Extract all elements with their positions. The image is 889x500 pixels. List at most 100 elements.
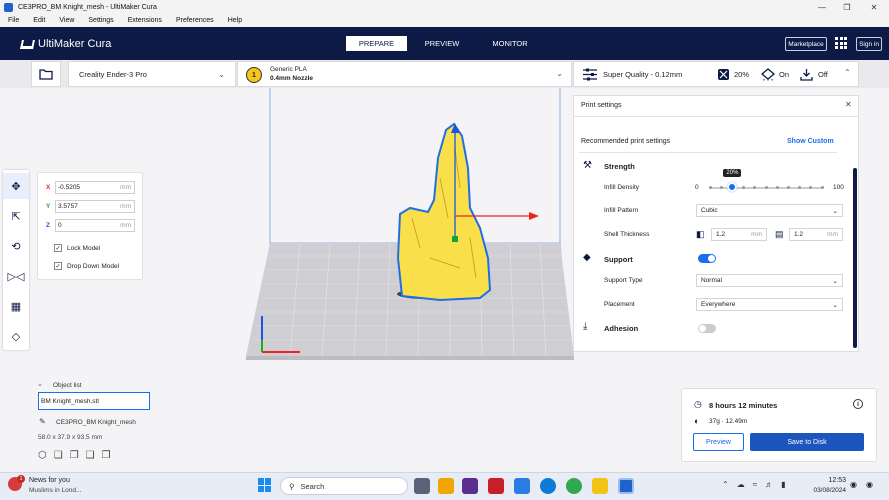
- window-title: CE3PRO_BM Knight_mesh - UltiMaker Cura: [18, 3, 157, 11]
- search-icon: ⚲: [289, 481, 295, 491]
- placement-dropdown[interactable]: Everywhere ⌄: [696, 298, 843, 311]
- infill-pattern-dropdown[interactable]: Cubic ⌄: [696, 204, 843, 217]
- top-view-icon[interactable]: ❐: [70, 450, 79, 461]
- infill-pattern-value: Cubic: [701, 207, 718, 214]
- shell-thickness-label: Shell Thickness: [604, 231, 650, 238]
- support-toggle[interactable]: [698, 254, 716, 263]
- knight-model[interactable]: [396, 122, 492, 302]
- slider-tick: [708, 186, 712, 189]
- news-title[interactable]: News for you: [29, 477, 70, 484]
- info-icon[interactable]: i: [853, 399, 863, 409]
- tab-monitor[interactable]: MONITOR: [480, 36, 540, 51]
- chrome-browser-icon[interactable]: [566, 478, 582, 494]
- close-window-icon[interactable]: ✕: [862, 0, 886, 14]
- support-type-label: Support Type: [604, 277, 643, 284]
- menu-settings[interactable]: Settings: [88, 17, 113, 24]
- unit-label: mm: [120, 222, 131, 229]
- mcafee-icon[interactable]: [488, 478, 504, 494]
- teams-icon[interactable]: [462, 478, 478, 494]
- chevron-up-icon: ⌃: [844, 68, 851, 77]
- menu-preferences[interactable]: Preferences: [176, 17, 214, 24]
- marketplace-button[interactable]: Marketplace: [785, 37, 827, 51]
- mirror-tool-icon[interactable]: ▷◁: [3, 263, 29, 289]
- rotate-tool-icon[interactable]: ⟲: [3, 233, 29, 259]
- onedrive-icon[interactable]: ☁: [737, 480, 745, 489]
- support-section-icon: ◆: [583, 252, 591, 263]
- menu-help[interactable]: Help: [228, 17, 242, 24]
- top-bottom-thickness-icon: ▤: [775, 229, 784, 239]
- unit-label: mm: [827, 231, 838, 238]
- scale-tool-icon[interactable]: ⇱: [3, 203, 29, 229]
- task-view-icon[interactable]: [414, 478, 430, 494]
- search-label: Search: [300, 481, 325, 491]
- menu-file[interactable]: File: [8, 17, 19, 24]
- maximize-icon[interactable]: ❐: [835, 0, 859, 14]
- front-view-icon[interactable]: ❏: [54, 450, 63, 461]
- selected-object-item[interactable]: BM Knight_mesh.stl: [38, 392, 150, 410]
- divider: [579, 152, 837, 153]
- object-list-header[interactable]: Object list: [53, 382, 82, 389]
- wall-thickness-input[interactable]: 1.2 mm: [711, 228, 767, 241]
- printer-selector[interactable]: Creality Ender-3 Pro ⌄: [68, 61, 236, 87]
- move-tool-icon[interactable]: ✥: [3, 173, 29, 199]
- menu-bar: File Edit View Settings Extensions Prefe…: [0, 14, 889, 27]
- 3d-view-icon[interactable]: ⬡: [38, 450, 47, 461]
- save-to-disk-button[interactable]: Save to Disk: [750, 433, 864, 451]
- windows-start-icon[interactable]: [258, 478, 272, 492]
- y-position-input[interactable]: 3.5757 mm: [55, 200, 135, 213]
- adhesion-value: Off: [818, 70, 828, 79]
- notifications-icon[interactable]: ◉: [850, 480, 857, 489]
- material-selector[interactable]: 1 Generic PLA 0.4mm Nozzle ⌄: [237, 61, 572, 87]
- right-view-icon[interactable]: ❒: [102, 450, 111, 461]
- edit-pencil-icon[interactable]: ✎: [39, 417, 46, 426]
- wifi-icon[interactable]: ≈: [753, 480, 757, 489]
- print-settings-header[interactable]: Super Quality - 0.12mm 20% On Off ⌃: [573, 61, 859, 87]
- sign-in-button[interactable]: Sign in: [856, 37, 882, 51]
- battery-icon[interactable]: ▮: [781, 480, 785, 489]
- settings-scrollbar[interactable]: [853, 168, 857, 348]
- close-panel-icon[interactable]: ✕: [845, 100, 852, 109]
- x-position-input[interactable]: -0.5205 mm: [55, 181, 135, 194]
- adhesion-toggle[interactable]: [698, 324, 716, 333]
- clock-time[interactable]: 12:53: [818, 477, 846, 484]
- left-view-icon[interactable]: ❑: [86, 450, 95, 461]
- drop-down-model-checkbox[interactable]: ✓ Drop Down Model: [54, 262, 119, 270]
- news-subtitle[interactable]: Muslims in Lond...: [29, 487, 81, 494]
- minimize-icon[interactable]: —: [810, 0, 834, 14]
- preview-button[interactable]: Preview: [693, 433, 744, 451]
- edge-browser-icon[interactable]: [540, 478, 556, 494]
- menu-view[interactable]: View: [59, 17, 74, 24]
- show-custom-button[interactable]: Show Custom: [787, 138, 834, 145]
- tab-preview[interactable]: PREVIEW: [414, 36, 470, 51]
- cura-app-icon: [4, 2, 13, 12]
- x-value: -0.5205: [58, 184, 81, 191]
- menu-edit[interactable]: Edit: [33, 17, 45, 24]
- lock-model-checkbox[interactable]: ✓ Lock Model: [54, 244, 100, 252]
- chevron-down-icon[interactable]: ⌄: [37, 380, 43, 388]
- unit-label: mm: [751, 231, 762, 238]
- z-value: 0: [58, 222, 62, 229]
- clock-date[interactable]: 03/08/2024: [804, 487, 846, 494]
- chevron-up-icon[interactable]: ⌃: [722, 480, 729, 489]
- volume-icon[interactable]: ♬: [765, 480, 773, 489]
- apps-grid-icon[interactable]: [835, 37, 847, 49]
- cura-taskbar-icon[interactable]: [618, 478, 634, 494]
- slider-tick: [820, 186, 824, 189]
- slider-tick: [809, 186, 813, 189]
- app-icon[interactable]: [514, 478, 530, 494]
- open-file-button[interactable]: [31, 61, 61, 87]
- taskbar-search-box[interactable]: ⚲ Search: [280, 477, 408, 495]
- support-blocker-icon[interactable]: ◇: [3, 323, 29, 349]
- per-model-settings-icon[interactable]: ▦: [3, 293, 29, 319]
- widgets-icon[interactable]: ◉: [866, 480, 873, 489]
- tab-prepare[interactable]: PREPARE: [346, 36, 407, 51]
- folder-app-icon[interactable]: [592, 478, 608, 494]
- z-position-input[interactable]: 0 mm: [55, 219, 135, 232]
- support-type-dropdown[interactable]: Normal ⌄: [696, 274, 843, 287]
- top-bottom-thickness-input[interactable]: 1.2 mm: [789, 228, 843, 241]
- print-time: 8 hours 12 minutes: [709, 401, 778, 410]
- menu-extensions[interactable]: Extensions: [128, 17, 162, 24]
- print-estimate-panel: ◷ 8 hours 12 minutes i ◐ 37g · 12.49m Pr…: [681, 388, 877, 462]
- recommended-settings-label: Recommended print settings: [581, 138, 671, 145]
- file-explorer-icon[interactable]: [438, 478, 454, 494]
